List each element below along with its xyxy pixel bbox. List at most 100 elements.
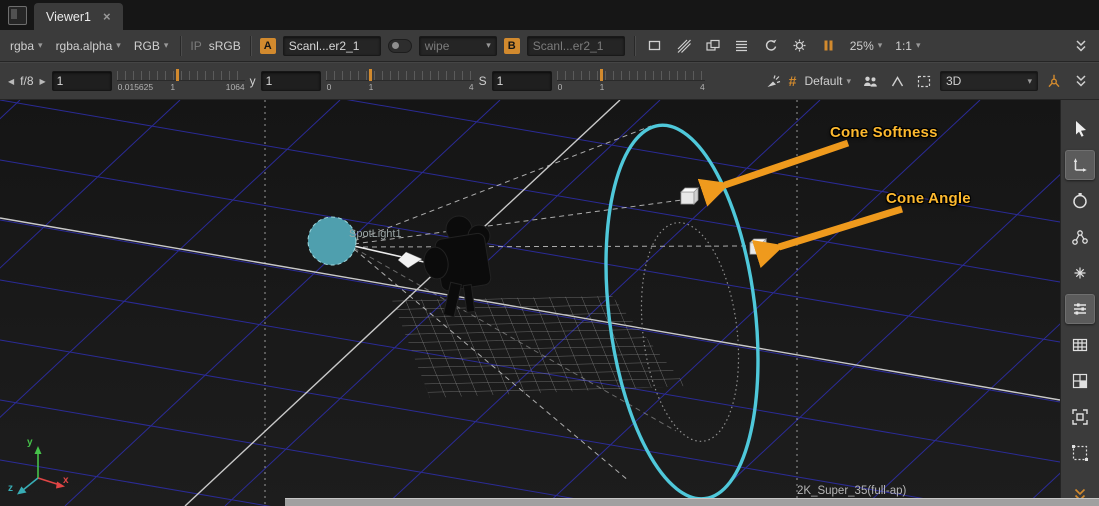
spotlight-rays-icon (765, 74, 781, 89)
slider-marker[interactable] (600, 69, 603, 81)
curve-display-button[interactable] (886, 70, 908, 92)
full-frame-icon[interactable] (644, 35, 666, 57)
grid-layout-button[interactable] (1065, 330, 1095, 360)
saturation-label: S (479, 74, 487, 88)
gain-decrease-icon[interactable]: ◀ (7, 77, 15, 86)
selection-mode-button[interactable] (913, 70, 935, 92)
collapse-controls-button[interactable] (1070, 70, 1092, 92)
pixel-aspect-dropdown[interactable]: 1:1 ▾ (892, 37, 923, 55)
peak-curve-icon (890, 74, 905, 89)
wipe-toggle[interactable] (388, 39, 412, 53)
marquee-icon (1070, 443, 1090, 463)
quad-view-icon (1070, 371, 1090, 391)
table-grid-icon (1070, 335, 1090, 355)
slider-marker[interactable] (176, 69, 179, 81)
skeleton-tool-button[interactable] (1065, 222, 1095, 252)
joints-icon (1070, 227, 1090, 247)
saturation-input[interactable] (492, 71, 552, 91)
gain-increase-icon[interactable]: ▶ (39, 77, 47, 86)
chevron-down-icon: ▾ (38, 41, 43, 50)
pane-menu-icon[interactable] (8, 6, 27, 25)
quad-view-button[interactable] (1065, 366, 1095, 396)
alpha-dropdown[interactable]: rgba.alpha ▾ (53, 37, 124, 55)
frame-fit-button[interactable] (1065, 402, 1095, 432)
square-icon (647, 38, 662, 53)
move-axis-icon (1070, 155, 1090, 175)
exposure-toolbar: ◀ f/8 ▶ 0.015625 1 1064 y 0 1 4 S (0, 62, 1099, 100)
input-a-source[interactable]: Scanl...er2_1 (283, 36, 381, 56)
monitor-out-icon[interactable] (702, 35, 724, 57)
gain-slider[interactable]: 0.015625 1 1064 (117, 67, 245, 95)
wipe-dropdown[interactable]: wipe ▾ (419, 36, 497, 56)
scanline-mode-icon[interactable] (731, 35, 753, 57)
people-icon (862, 74, 879, 89)
slider-track (557, 71, 705, 81)
tab-close-icon[interactable]: × (103, 9, 111, 24)
tick-label: 1 (600, 82, 605, 92)
cone-angle-handle[interactable] (750, 239, 766, 254)
select-tool-button[interactable] (1065, 114, 1095, 144)
overlapping-screens-icon (705, 38, 721, 53)
light-cone-gizmo[interactable] (398, 252, 422, 268)
chevron-down-icon: ▾ (846, 77, 851, 86)
gear-icon (792, 38, 807, 53)
sliders-panel-button[interactable] (1065, 294, 1095, 324)
tab-bar: Viewer1 × (0, 0, 1099, 30)
occlusion-button[interactable] (859, 70, 881, 92)
axis-x-label: x (63, 475, 69, 486)
roi-gear-icon[interactable] (789, 35, 811, 57)
rotate-tool-button[interactable] (1065, 186, 1095, 216)
refresh-icon[interactable] (760, 35, 782, 57)
gain-input[interactable] (52, 71, 112, 91)
gain-stop-label[interactable]: f/8 (20, 74, 33, 88)
collapse-toolbar-button[interactable] (1070, 35, 1092, 57)
layer-label: rgba (10, 39, 34, 53)
headlamp-button[interactable] (762, 70, 784, 92)
zoom-label: 25% (850, 39, 874, 53)
pivot-gizmo-icon (1046, 73, 1062, 89)
translate-tool-button[interactable] (1065, 150, 1095, 180)
wireframe-grid-toggle[interactable]: # (789, 73, 797, 89)
tick-label: 0 (558, 82, 563, 92)
marquee-select-button[interactable] (1065, 438, 1095, 468)
pause-button[interactable] (818, 35, 840, 57)
tab-viewer1[interactable]: Viewer1 × (34, 3, 123, 30)
chevron-down-icon: ▾ (116, 41, 121, 50)
double-chevron-down-icon (1073, 38, 1089, 54)
gamma-slider[interactable]: 0 1 4 (326, 67, 474, 95)
snap-tool-button[interactable] (1065, 258, 1095, 288)
saturation-tick-labels: 0 1 4 (557, 82, 705, 93)
viewport-3d[interactable]: SpotLight1 Cone Softness Cone Angle 2K_S… (0, 100, 1060, 506)
gamma-tick-labels: 0 1 4 (326, 82, 474, 93)
loop-arrow-icon (763, 38, 778, 53)
saturation-slider[interactable]: 0 1 4 (557, 67, 705, 95)
proxy-stripes-icon[interactable] (673, 35, 695, 57)
gamma-input[interactable] (261, 71, 321, 91)
slider-track (326, 71, 474, 81)
pause-icon (821, 38, 836, 53)
zoom-dropdown[interactable]: 25% ▾ (847, 37, 886, 55)
input-b-source[interactable]: Scanl...er2_1 (527, 36, 625, 56)
divider (634, 36, 635, 56)
input-b-badge[interactable]: B (504, 38, 520, 54)
slider-track (117, 71, 245, 81)
spotlight-handle[interactable] (308, 217, 356, 265)
pixel-aspect-label: 1:1 (895, 39, 912, 53)
view-mode-dropdown[interactable]: 3D ▾ (940, 71, 1038, 91)
cone-softness-annotation: Cone Softness (830, 124, 938, 141)
srgb-lut-dropdown[interactable]: sRGB (209, 39, 241, 53)
ip-toggle[interactable]: IP (190, 39, 201, 53)
nuke-viewer-window: Viewer1 × rgba ▾ rgba.alpha ▾ RGB ▾ IP s… (0, 0, 1099, 506)
preset-dropdown[interactable]: Default ▾ (801, 72, 854, 90)
display-channels-dropdown[interactable]: RGB ▾ (131, 37, 172, 55)
layer-dropdown[interactable]: rgba ▾ (7, 37, 46, 55)
tick-label: 0.015625 (118, 82, 153, 92)
slider-marker[interactable] (369, 69, 372, 81)
interest-gizmo-button[interactable] (1043, 70, 1065, 92)
tick-label: 4 (700, 82, 705, 92)
tick-label: 0 (327, 82, 332, 92)
cone-softness-handle[interactable] (681, 188, 698, 204)
format-label: 2K_Super_35(full-ap) (797, 485, 906, 497)
input-a-badge[interactable]: A (260, 38, 276, 54)
wipe-label: wipe (425, 39, 450, 53)
